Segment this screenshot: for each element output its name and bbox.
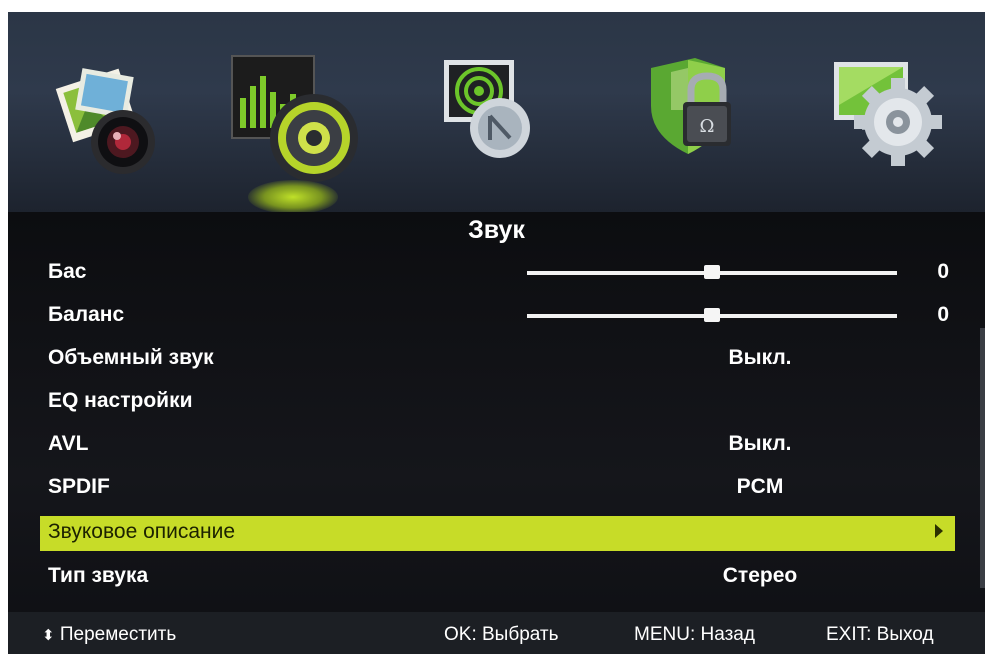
menu-item-label: Объемный звук [48, 346, 214, 369]
lock-category[interactable]: Ω [633, 50, 763, 200]
bass-slider[interactable] [527, 265, 897, 279]
menu-item-label: EQ настройки [48, 389, 193, 412]
lock-icon: Ω [651, 58, 731, 154]
exit-hint: EXIT: Выход [826, 624, 934, 645]
menu-hint: MENU: Назад [634, 624, 755, 645]
sound-type-value: Стерео [722, 564, 798, 587]
menu-item-label: Баланс [48, 303, 125, 326]
menu-item-label: SPDIF [48, 475, 110, 498]
move-hint: ⬍ Переместить [42, 624, 176, 646]
sound-icon [231, 55, 358, 182]
chevron-right-icon [935, 524, 943, 538]
move-hint-label: Переместить [59, 624, 177, 645]
channel-category[interactable] [438, 50, 568, 200]
menu-item-label: AVL [48, 432, 89, 455]
menu-item-sound-type[interactable]: Тип звука Стерео [40, 560, 955, 594]
menu-item-balance[interactable]: Баланс 0 [40, 299, 955, 333]
menu-item-label: Звуковое описание [48, 520, 236, 543]
picture-category[interactable] [43, 50, 173, 200]
menu-item-surround[interactable]: Объемный звук Выкл. [40, 342, 955, 376]
menu-item-label: Бас [48, 260, 87, 283]
svg-text:Ω: Ω [700, 116, 715, 137]
menu-title: Звук [468, 216, 525, 244]
balance-value: 0 [937, 303, 949, 326]
channel-icon [444, 60, 530, 158]
sound-category[interactable] [228, 50, 358, 214]
category-bar: Ω [8, 12, 985, 214]
ok-hint: OK: Выбрать [444, 624, 559, 645]
picture-icon [55, 68, 155, 174]
scrollbar[interactable] [980, 328, 985, 588]
slider-knob[interactable] [704, 308, 720, 322]
up-down-arrows-icon: ⬍ [42, 627, 55, 644]
menu-item-eq-settings[interactable]: EQ настройки [40, 385, 955, 419]
surround-value: Выкл. [728, 346, 792, 369]
slider-knob[interactable] [704, 265, 720, 279]
settings-category[interactable] [828, 50, 958, 200]
menu-item-audio-description[interactable]: Звуковое описание [40, 516, 955, 551]
menu-item-label: Тип звука [48, 564, 149, 587]
balance-slider[interactable] [527, 308, 897, 322]
menu-item-avl[interactable]: AVL Выкл. [40, 428, 955, 462]
menu-item-spdif[interactable]: SPDIF PCM [40, 471, 955, 505]
bass-value: 0 [937, 260, 949, 283]
menu-item-bass[interactable]: Бас 0 [40, 256, 955, 290]
settings-icon [834, 62, 942, 166]
footer-hints: ⬍ Переместить OK: Выбрать MENU: Назад EX… [8, 612, 985, 654]
spdif-value: PCM [736, 475, 784, 498]
tv-screen: Ω Звук Бас 0 Баланс 0 Объемный звук Выкл… [8, 12, 985, 654]
avl-value: Выкл. [728, 432, 792, 455]
